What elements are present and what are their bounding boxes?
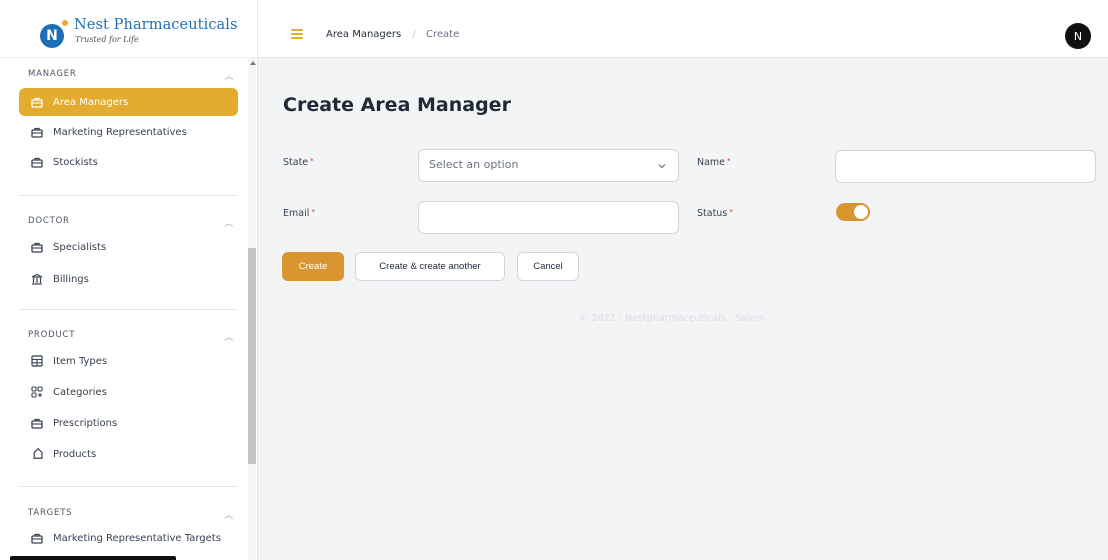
- scroll-up-arrow-icon[interactable]: [250, 61, 256, 65]
- state-select-placeholder: Select an option: [429, 158, 519, 171]
- group-heading-product[interactable]: PRODUCT ︿: [28, 330, 238, 344]
- table-icon: [31, 355, 43, 367]
- breadcrumb-separator: /: [412, 28, 416, 41]
- brand-name: Nest Pharmaceuticals: [74, 17, 238, 33]
- chevron-down-icon: [658, 164, 666, 169]
- status-label: Status *: [697, 208, 733, 219]
- email-field[interactable]: [418, 201, 679, 234]
- sidebar-item-label: Products: [53, 448, 97, 460]
- sidebar-item-label: Area Managers: [53, 96, 129, 108]
- state-label: State *: [283, 157, 314, 168]
- group-heading-manager[interactable]: MANAGER ︿: [28, 69, 238, 83]
- topbar: Area Managers / Create N: [258, 0, 1108, 58]
- briefcase-icon: [31, 96, 43, 108]
- library-icon: [31, 273, 43, 285]
- sidebar-item-label: Item Types: [53, 355, 108, 367]
- cancel-button[interactable]: Cancel: [517, 252, 579, 281]
- brand-logo-icon: N: [40, 20, 68, 48]
- sidebar-item-label: Marketing Representatives: [53, 126, 187, 138]
- create-and-create-another-button[interactable]: Create & create another: [355, 252, 505, 281]
- briefcase-icon: [31, 532, 43, 544]
- sidebar-item-area-managers[interactable]: Area Managers: [19, 88, 238, 116]
- sidebar-item-prescriptions[interactable]: Prescriptions: [19, 409, 238, 437]
- name-field[interactable]: [835, 150, 1096, 183]
- email-label: Email *: [283, 208, 315, 219]
- sidebar-item-label: Marketing Representative Targets: [53, 532, 221, 544]
- sidebar-item-label: Billings: [53, 273, 89, 285]
- create-button[interactable]: Create: [282, 252, 344, 281]
- toggle-knob: [854, 205, 868, 219]
- breadcrumb-area-managers[interactable]: Area Managers: [326, 29, 401, 40]
- page-title: Create Area Manager: [283, 94, 511, 116]
- sidebar-item-stockists[interactable]: Stockists: [19, 148, 238, 176]
- sidebar-item-label: Categories: [53, 386, 107, 398]
- sidebar-item-marketing-representative-targets[interactable]: Marketing Representative Targets: [19, 524, 238, 552]
- sidebar-item-billings[interactable]: Billings: [19, 265, 238, 293]
- chevron-up-icon[interactable]: ︿: [224, 69, 234, 82]
- sidebar-divider: [19, 195, 238, 196]
- briefcase-icon: [31, 241, 43, 253]
- briefcase-icon: [31, 417, 43, 429]
- sidebar-divider: [19, 309, 238, 310]
- name-label: Name *: [697, 157, 731, 168]
- sidebar-item-item-types[interactable]: Item Types: [19, 347, 238, 375]
- sidebar-divider: [19, 486, 238, 487]
- brand-tagline: Trusted for Life: [75, 35, 139, 44]
- tag-icon: [31, 448, 43, 460]
- chevron-up-icon[interactable]: ︿: [224, 216, 234, 229]
- sidebar-item-specialists[interactable]: Specialists: [19, 233, 238, 261]
- grid-plus-icon: [31, 386, 43, 398]
- footer-copyright: © 2022 - Nestpharmaceuticals - Salem: [579, 313, 765, 324]
- user-avatar[interactable]: N: [1065, 23, 1091, 49]
- chevron-up-icon[interactable]: ︿: [224, 330, 234, 343]
- menu-icon[interactable]: [291, 29, 303, 39]
- status-toggle[interactable]: [836, 203, 870, 221]
- sidebar-item-products[interactable]: Products: [19, 440, 238, 468]
- brand-header[interactable]: N Nest Pharmaceuticals Trusted for Life: [0, 0, 257, 58]
- briefcase-icon: [31, 156, 43, 168]
- sidebar-item-label: Specialists: [53, 241, 107, 253]
- briefcase-icon: [31, 126, 43, 138]
- sidebar-item-marketing-representatives[interactable]: Marketing Representatives: [19, 118, 238, 146]
- chevron-up-icon[interactable]: ︿: [224, 508, 234, 521]
- group-heading-doctor[interactable]: DOCTOR ︿: [28, 216, 238, 230]
- sidebar-scrollbar-thumb[interactable]: [248, 248, 256, 464]
- sidebar-item-label: Prescriptions: [53, 417, 118, 429]
- sidebar: N Nest Pharmaceuticals Trusted for Life …: [0, 0, 258, 560]
- breadcrumb-create: Create: [426, 29, 460, 40]
- sidebar-item-label: Stockists: [53, 156, 98, 168]
- group-heading-targets[interactable]: TARGETS ︿: [28, 508, 238, 522]
- bottom-overlay-bar: [10, 556, 176, 560]
- state-select[interactable]: Select an option: [418, 149, 679, 182]
- sidebar-item-categories[interactable]: Categories: [19, 378, 238, 406]
